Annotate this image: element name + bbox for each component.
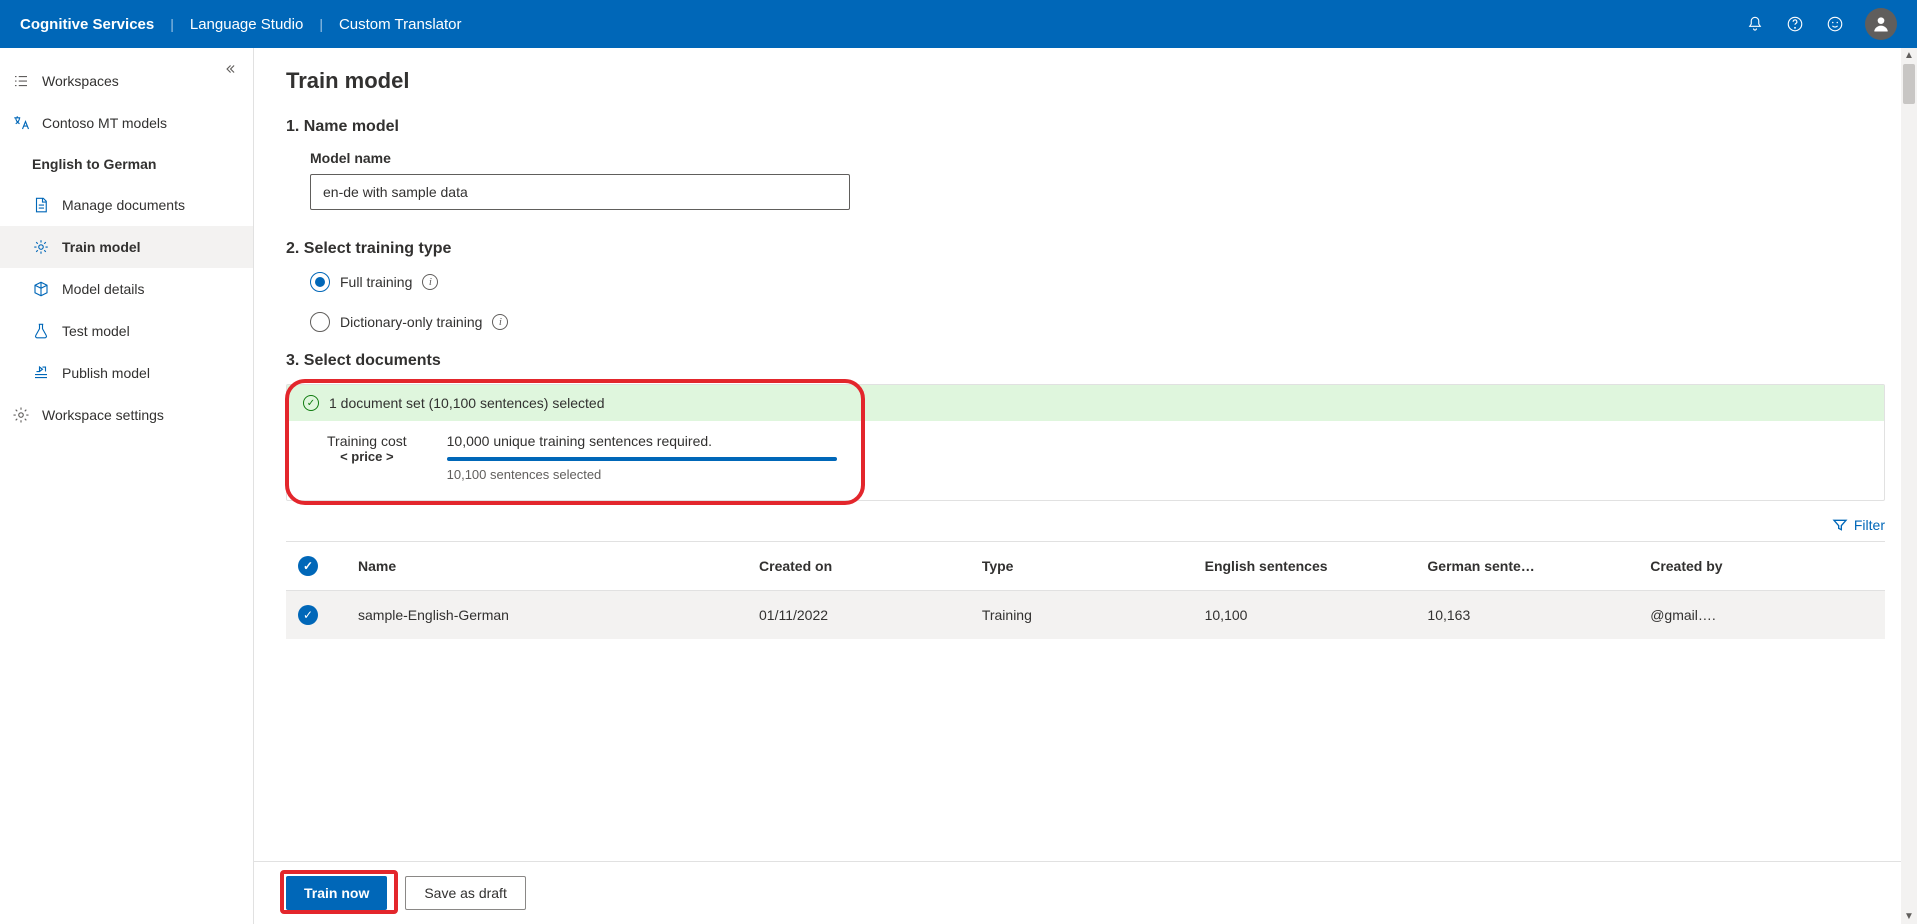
- header-actions: [1745, 8, 1897, 40]
- cell-german-sentences: 10,163: [1427, 607, 1650, 623]
- info-icon[interactable]: i: [422, 274, 438, 290]
- cell-created-on: 01/11/2022: [759, 607, 982, 623]
- model-details-label: Model details: [62, 281, 145, 297]
- document-icon: [32, 196, 50, 214]
- radio-full-label: Full training: [340, 274, 412, 290]
- train-now-button[interactable]: Train now: [286, 876, 387, 910]
- selection-summary-box: 1 document set (10,100 sentences) select…: [286, 384, 1885, 501]
- flask-icon: [32, 322, 50, 340]
- radio-dictionary-training[interactable]: Dictionary-only training i: [310, 312, 1885, 332]
- sidebar-item-train-model[interactable]: Train model: [0, 226, 253, 268]
- top-header: Cognitive Services | Language Studio | C…: [0, 0, 1917, 48]
- th-german-sentences[interactable]: German sente…: [1427, 558, 1650, 574]
- header-breadcrumb: Cognitive Services | Language Studio | C…: [20, 16, 462, 33]
- workspace-name-label: Contoso MT models: [42, 115, 167, 131]
- brand-link[interactable]: Cognitive Services: [20, 16, 154, 33]
- row-checkbox[interactable]: ✓: [298, 605, 318, 625]
- th-type[interactable]: Type: [982, 558, 1205, 574]
- workspaces-label: Workspaces: [42, 73, 119, 89]
- help-icon[interactable]: [1785, 14, 1805, 34]
- selection-summary-header: 1 document set (10,100 sentences) select…: [287, 385, 1884, 421]
- footer-actions: Train now Save as draft: [254, 861, 1917, 924]
- th-english-sentences[interactable]: English sentences: [1205, 558, 1428, 574]
- documents-table: ✓ Name Created on Type English sentences…: [286, 541, 1885, 639]
- training-cost: Training cost < price >: [327, 433, 407, 482]
- radio-dict-label: Dictionary-only training: [340, 314, 482, 330]
- sidebar-item-manage-documents[interactable]: Manage documents: [0, 184, 253, 226]
- vertical-scrollbar[interactable]: ▲ ▼: [1901, 48, 1917, 924]
- sidebar-item-workspace-settings[interactable]: Workspace settings: [0, 394, 253, 436]
- filter-button[interactable]: Filter: [1832, 517, 1885, 533]
- sentences-selected: 10,100 sentences selected: [447, 467, 837, 482]
- training-cost-label: Training cost: [327, 433, 407, 449]
- test-model-label: Test model: [62, 323, 130, 339]
- model-name-input[interactable]: [310, 174, 850, 210]
- page-title: Train model: [286, 68, 1885, 94]
- publish-icon: [32, 364, 50, 382]
- save-as-draft-button[interactable]: Save as draft: [405, 876, 526, 910]
- sidebar: Workspaces Contoso MT models English to …: [0, 48, 254, 924]
- info-icon[interactable]: i: [492, 314, 508, 330]
- translate-icon: [12, 114, 30, 132]
- selection-summary-text: 1 document set (10,100 sentences) select…: [329, 395, 605, 411]
- sidebar-item-workspace[interactable]: Contoso MT models: [0, 102, 253, 144]
- sidebar-item-workspaces[interactable]: Workspaces: [0, 60, 253, 102]
- notifications-icon[interactable]: [1745, 14, 1765, 34]
- th-created-by[interactable]: Created by: [1650, 558, 1873, 574]
- cube-icon: [32, 280, 50, 298]
- cell-created-by: @gmail….: [1650, 607, 1873, 623]
- separator: |: [170, 16, 174, 32]
- sidebar-item-project[interactable]: English to German: [0, 144, 253, 184]
- scrollbar-thumb[interactable]: [1903, 64, 1915, 104]
- main-content: Train model 1. Name model Model name 2. …: [254, 48, 1917, 924]
- cell-english-sentences: 10,100: [1205, 607, 1428, 623]
- table-header: ✓ Name Created on Type English sentences…: [286, 542, 1885, 591]
- sidebar-item-model-details[interactable]: Model details: [0, 268, 253, 310]
- training-progress: 10,000 unique training sentences require…: [447, 433, 837, 482]
- step2-heading: 2. Select training type: [286, 240, 1885, 258]
- step3-heading: 3. Select documents: [286, 352, 1885, 370]
- train-model-label: Train model: [62, 239, 141, 255]
- radio-icon: [310, 272, 330, 292]
- success-check-icon: [303, 395, 319, 411]
- collapse-sidebar-icon[interactable]: [223, 62, 237, 79]
- train-icon: [32, 238, 50, 256]
- cell-name: sample-English-German: [358, 607, 759, 623]
- list-icon: [12, 72, 30, 90]
- scroll-down-arrow[interactable]: ▼: [1901, 911, 1917, 922]
- table-row[interactable]: ✓ sample-English-German 01/11/2022 Train…: [286, 591, 1885, 639]
- publish-model-label: Publish model: [62, 365, 150, 381]
- model-name-label: Model name: [310, 150, 1885, 166]
- progress-bar: [447, 457, 837, 461]
- product-link[interactable]: Custom Translator: [339, 16, 462, 33]
- scroll-up-arrow[interactable]: ▲: [1901, 50, 1917, 61]
- radio-icon: [310, 312, 330, 332]
- project-name-label: English to German: [32, 156, 156, 172]
- sentences-required: 10,000 unique training sentences require…: [447, 433, 837, 449]
- sidebar-item-publish-model[interactable]: Publish model: [0, 352, 253, 394]
- step1-heading: 1. Name model: [286, 118, 1885, 136]
- radio-full-training[interactable]: Full training i: [310, 272, 1885, 292]
- training-cost-price: < price >: [327, 449, 407, 464]
- studio-link[interactable]: Language Studio: [190, 16, 303, 33]
- sidebar-item-test-model[interactable]: Test model: [0, 310, 253, 352]
- user-avatar[interactable]: [1865, 8, 1897, 40]
- workspace-settings-label: Workspace settings: [42, 407, 164, 423]
- th-name[interactable]: Name: [358, 558, 759, 574]
- select-all-checkbox[interactable]: ✓: [298, 556, 318, 576]
- separator: |: [319, 16, 323, 32]
- filter-label: Filter: [1854, 517, 1885, 533]
- th-created-on[interactable]: Created on: [759, 558, 982, 574]
- feedback-icon[interactable]: [1825, 14, 1845, 34]
- cell-type: Training: [982, 607, 1205, 623]
- gear-icon: [12, 406, 30, 424]
- manage-documents-label: Manage documents: [62, 197, 185, 213]
